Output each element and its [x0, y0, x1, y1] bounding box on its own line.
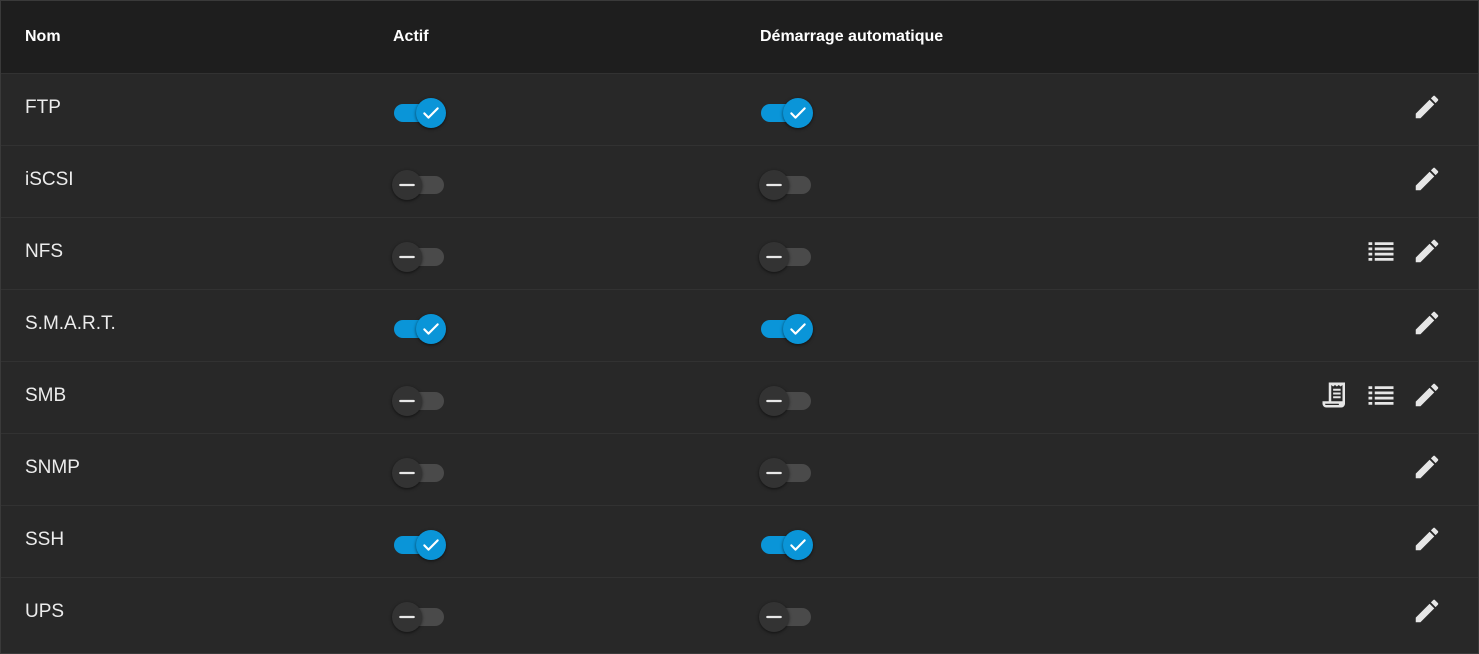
list-icon: [1366, 236, 1396, 272]
service-name: NFS: [25, 241, 63, 262]
service-name: UPS: [25, 601, 65, 622]
toggle-thumb: [759, 242, 789, 272]
row-actions: [1318, 382, 1444, 414]
edit-button[interactable]: [1410, 238, 1444, 270]
table-header: Nom Actif Démarrage automatique: [1, 1, 1478, 74]
edit-button[interactable]: [1410, 382, 1444, 414]
toggle-thumb: [416, 314, 446, 344]
edit-icon: [1412, 524, 1442, 560]
table-row: iSCSI: [1, 146, 1478, 218]
column-header-name[interactable]: Nom: [25, 28, 61, 46]
toggle-thumb: [392, 170, 422, 200]
edit-icon: [1412, 164, 1442, 200]
toggle-thumb: [392, 602, 422, 632]
table-row: S.M.A.R.T.: [1, 290, 1478, 362]
toggle-thumb: [416, 530, 446, 560]
active-toggle[interactable]: [392, 602, 446, 632]
table-row: SSH: [1, 506, 1478, 578]
table-row: UPS: [1, 578, 1478, 649]
active-toggle[interactable]: [392, 170, 446, 200]
table-row: SNMP: [1, 434, 1478, 506]
row-actions: [1410, 94, 1444, 126]
row-actions: [1410, 526, 1444, 558]
edit-icon: [1412, 596, 1442, 632]
toggle-thumb: [759, 602, 789, 632]
edit-button[interactable]: [1410, 454, 1444, 486]
toggle-thumb: [783, 98, 813, 128]
edit-button[interactable]: [1410, 310, 1444, 342]
edit-icon: [1412, 380, 1442, 416]
service-name: iSCSI: [25, 169, 74, 190]
autostart-toggle[interactable]: [759, 170, 813, 200]
toggle-thumb: [392, 242, 422, 272]
service-name: S.M.A.R.T.: [25, 313, 116, 334]
active-toggle[interactable]: [392, 242, 446, 272]
toggle-thumb: [416, 98, 446, 128]
column-header-active[interactable]: Actif: [393, 28, 429, 46]
list-icon: [1366, 380, 1396, 416]
toggle-thumb: [759, 386, 789, 416]
active-toggle[interactable]: [392, 458, 446, 488]
active-toggle[interactable]: [392, 530, 446, 560]
autostart-toggle[interactable]: [759, 458, 813, 488]
service-name: FTP: [25, 97, 61, 118]
edit-icon: [1412, 308, 1442, 344]
active-toggle[interactable]: [392, 314, 446, 344]
toggle-thumb: [759, 458, 789, 488]
toggle-thumb: [759, 170, 789, 200]
receipt-icon: [1320, 380, 1350, 416]
service-name: SNMP: [25, 457, 80, 478]
autostart-toggle[interactable]: [759, 386, 813, 416]
service-name: SSH: [25, 529, 65, 550]
edit-icon: [1412, 452, 1442, 488]
autostart-toggle[interactable]: [759, 530, 813, 560]
table-row: FTP: [1, 74, 1478, 146]
row-actions: [1410, 598, 1444, 630]
edit-button[interactable]: [1410, 526, 1444, 558]
edit-button[interactable]: [1410, 598, 1444, 630]
active-toggle[interactable]: [392, 98, 446, 128]
toggle-thumb: [783, 530, 813, 560]
list-button[interactable]: [1364, 238, 1398, 270]
edit-icon: [1412, 236, 1442, 272]
row-actions: [1410, 166, 1444, 198]
toggle-thumb: [392, 386, 422, 416]
active-toggle[interactable]: [392, 386, 446, 416]
table-body: FTP iSCSI NFS S.M.A.R.T. SMB SNMP SSH UP…: [1, 74, 1478, 649]
toggle-thumb: [392, 458, 422, 488]
row-actions: [1364, 238, 1444, 270]
autostart-toggle[interactable]: [759, 242, 813, 272]
row-actions: [1410, 454, 1444, 486]
table-row: SMB: [1, 362, 1478, 434]
service-name: SMB: [25, 385, 67, 406]
table-row: NFS: [1, 218, 1478, 290]
column-header-autostart[interactable]: Démarrage automatique: [760, 28, 943, 46]
edit-icon: [1412, 92, 1442, 128]
autostart-toggle[interactable]: [759, 602, 813, 632]
services-table: Nom Actif Démarrage automatique FTP iSCS…: [0, 0, 1479, 654]
edit-button[interactable]: [1410, 166, 1444, 198]
autostart-toggle[interactable]: [759, 98, 813, 128]
toggle-thumb: [783, 314, 813, 344]
list-button[interactable]: [1364, 382, 1398, 414]
autostart-toggle[interactable]: [759, 314, 813, 344]
receipt-button[interactable]: [1318, 382, 1352, 414]
edit-button[interactable]: [1410, 94, 1444, 126]
row-actions: [1410, 310, 1444, 342]
